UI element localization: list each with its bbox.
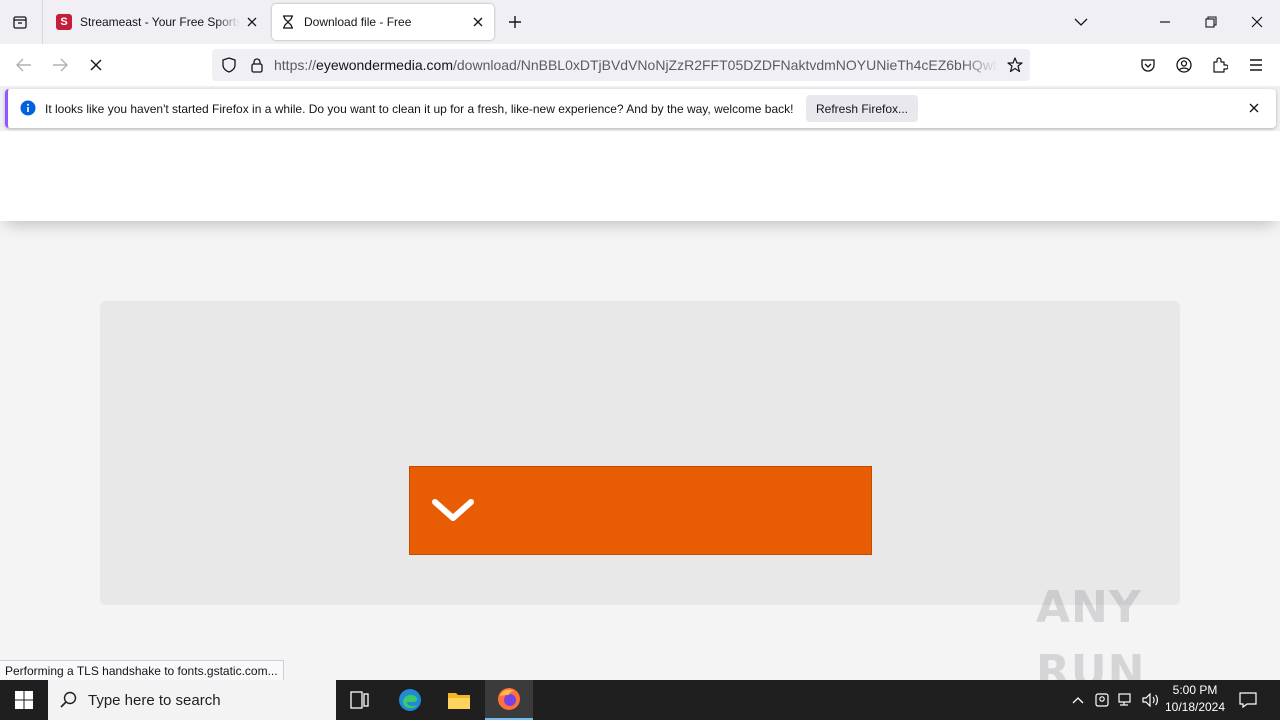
tab-list-icon[interactable] xyxy=(4,6,36,38)
hourglass-icon xyxy=(280,14,296,30)
notification-message: It looks like you haven't started Firefo… xyxy=(45,102,794,116)
chevron-down-icon[interactable] xyxy=(1066,6,1096,38)
bookmark-star-icon[interactable] xyxy=(1005,55,1025,75)
tab-download-file[interactable]: Download file - Free xyxy=(272,4,494,40)
pocket-icon[interactable] xyxy=(1132,49,1164,81)
page-header xyxy=(0,131,1280,221)
clock-time: 5:00 PM xyxy=(1172,683,1218,697)
tab-streameast[interactable]: S Streameast - Your Free Sports Str xyxy=(48,4,268,40)
stop-loading-icon[interactable] xyxy=(80,49,112,81)
minimize-icon[interactable] xyxy=(1142,0,1188,44)
search-icon xyxy=(60,691,77,708)
url-text[interactable]: https://eyewondermedia.com/download/NnBB… xyxy=(274,56,998,74)
clock-date: 10/18/2024 xyxy=(1164,700,1226,714)
forward-arrow-icon[interactable] xyxy=(44,49,76,81)
back-arrow-icon[interactable] xyxy=(8,49,40,81)
url-domain: eyewondermedia.com xyxy=(316,57,453,73)
close-tab-icon[interactable] xyxy=(244,14,260,30)
meet-now-icon[interactable] xyxy=(1092,680,1112,720)
firefox-icon[interactable] xyxy=(485,680,533,720)
account-icon[interactable] xyxy=(1168,49,1200,81)
taskbar-search-box[interactable]: Type here to search xyxy=(48,680,336,720)
status-text: Performing a TLS handshake to fonts.gsta… xyxy=(0,660,284,680)
tab-divider xyxy=(42,0,43,44)
show-hidden-icons-chevron-icon[interactable] xyxy=(1068,680,1088,720)
download-button[interactable] xyxy=(409,466,872,555)
tab-title: Streameast - Your Free Sports Str xyxy=(80,15,240,29)
tab-title: Download file - Free xyxy=(304,15,412,29)
hamburger-menu-icon[interactable] xyxy=(1240,49,1272,81)
edge-browser-icon[interactable] xyxy=(386,680,434,720)
new-tab-button[interactable] xyxy=(500,6,530,38)
info-icon xyxy=(20,100,36,116)
volume-icon[interactable] xyxy=(1140,680,1162,720)
windows-start-icon[interactable] xyxy=(0,680,48,720)
taskbar-clock[interactable]: 5:00 PM 10/18/2024 xyxy=(1160,682,1230,718)
network-icon[interactable] xyxy=(1116,680,1136,720)
notifications-icon[interactable] xyxy=(1236,680,1260,720)
lock-icon[interactable] xyxy=(248,56,266,74)
url-path: /download/NnBBL0xDTjBVdVNoNjZzR2FFT05DZD… xyxy=(453,57,998,73)
file-explorer-icon[interactable] xyxy=(435,680,483,720)
task-view-icon[interactable] xyxy=(336,680,384,720)
restore-icon[interactable] xyxy=(1188,0,1234,44)
close-notification-icon[interactable] xyxy=(1245,100,1263,116)
anyrun-watermark: ANY RUN xyxy=(1036,582,1236,697)
close-window-icon[interactable] xyxy=(1234,0,1280,44)
extensions-puzzle-icon[interactable] xyxy=(1204,49,1236,81)
chevron-down-icon xyxy=(432,498,474,521)
url-prefix: https:// xyxy=(274,57,317,73)
close-tab-icon[interactable] xyxy=(470,14,486,30)
tracking-protection-shield-icon[interactable] xyxy=(220,56,238,74)
search-placeholder: Type here to search xyxy=(88,691,221,709)
streameast-favicon-icon: S xyxy=(56,14,72,30)
refresh-firefox-button[interactable]: Refresh Firefox... xyxy=(806,95,918,122)
download-card xyxy=(100,301,1180,605)
